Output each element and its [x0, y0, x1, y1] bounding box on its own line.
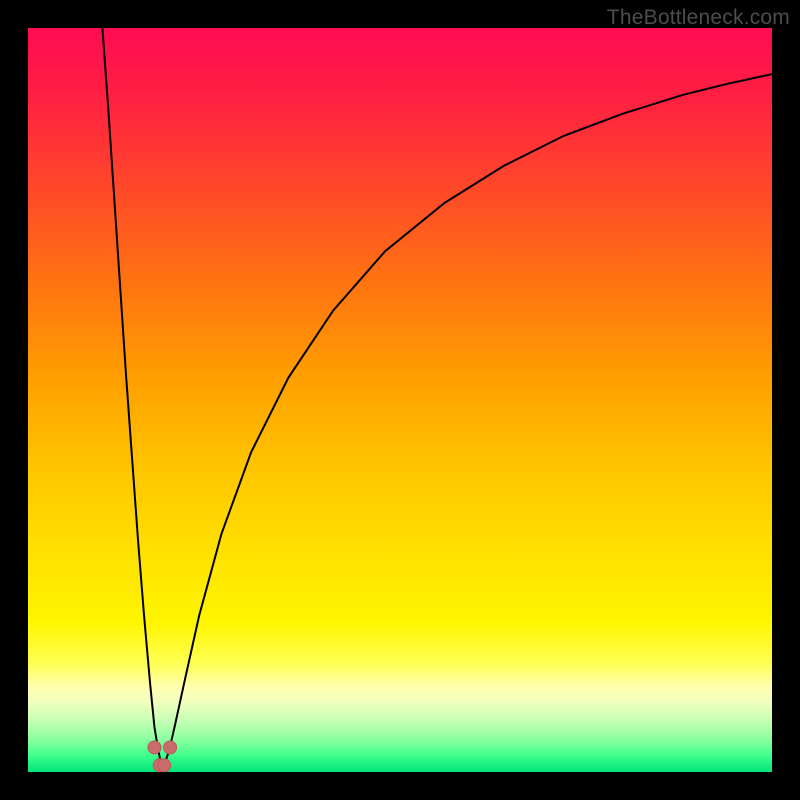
plot-svg [28, 28, 772, 772]
gradient-bg [28, 28, 772, 772]
marker-dot [148, 741, 161, 754]
watermark-text: TheBottleneck.com [607, 6, 790, 30]
marker-dot [158, 759, 171, 772]
plot-area [28, 28, 772, 772]
chart-frame: TheBottleneck.com [0, 0, 800, 800]
marker-dot [164, 741, 177, 754]
